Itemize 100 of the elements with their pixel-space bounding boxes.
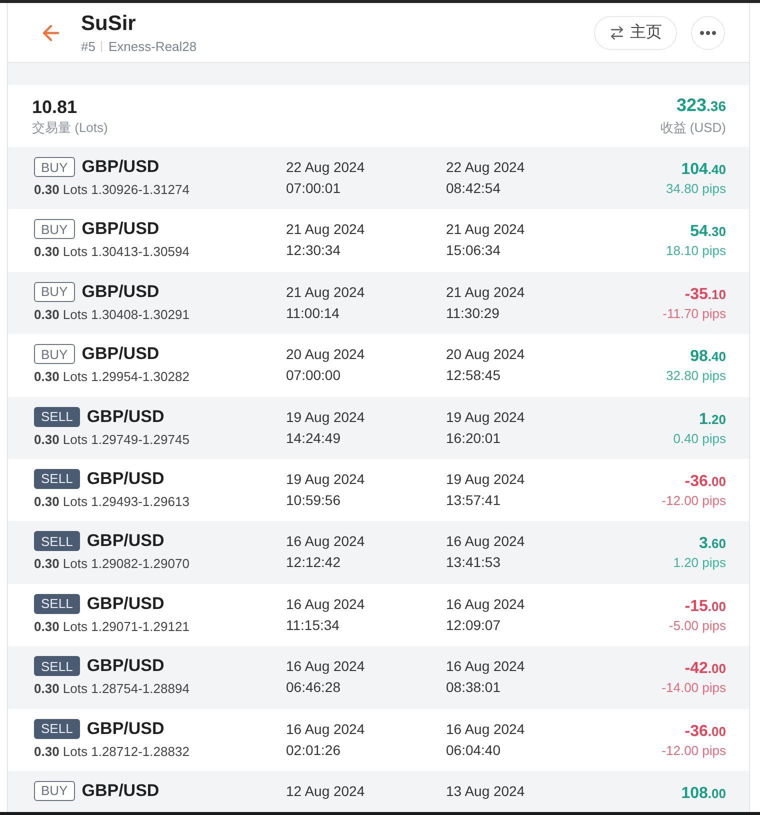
profit-amount: 98.40 [690, 347, 726, 368]
lots-line: 0.30 Lots 1.30408-1.30291 [34, 306, 190, 324]
open-date: 16 Aug 2024 [286, 532, 365, 552]
open-date: 12 Aug 2024 [286, 782, 365, 801]
currency-pair: GBP/USD [86, 718, 164, 739]
more-icon [700, 30, 716, 34]
close-time: 13:57:41 [446, 490, 500, 510]
profit-amount: 54.30 [690, 222, 726, 242]
open-date: 21 Aug 2024 [286, 282, 365, 302]
open-time: 12:30:34 [286, 241, 340, 260]
pips-value: -14.00 pips [662, 679, 726, 696]
currency-pair: GBP/USD [82, 780, 160, 801]
open-date: 22 Aug 2024 [286, 158, 365, 177]
close-date: 21 Aug 2024 [446, 282, 525, 302]
close-date: 16 Aug 2024 [446, 720, 525, 739]
close-date: 21 Aug 2024 [446, 220, 525, 240]
open-date: 16 Aug 2024 [286, 594, 365, 614]
open-time: 07:00:00 [286, 366, 340, 386]
close-time: 08:42:54 [446, 179, 500, 198]
pips-value: -11.70 pips [662, 304, 726, 322]
currency-pair: GBP/USD [86, 656, 164, 676]
profit-amount: -35.10 [684, 284, 726, 305]
home-button[interactable]: 主页 [594, 16, 677, 50]
profit-amount: -36.00 [684, 722, 726, 742]
side-badge: BUY [34, 219, 75, 240]
open-date: 19 Aug 2024 [286, 408, 365, 427]
open-date: 16 Aug 2024 [286, 720, 365, 739]
side-badge: BUY [34, 344, 75, 364]
side-badge: BUY [34, 780, 75, 801]
close-date: 16 Aug 2024 [446, 594, 525, 614]
close-time: 06:04:40 [446, 740, 500, 760]
open-time: 14:24:49 [286, 428, 340, 448]
server-label: Exness-Real28 [108, 38, 197, 54]
currency-pair: GBP/USD [86, 468, 164, 489]
close-time: 12:09:07 [446, 616, 500, 635]
side-badge: BUY [34, 157, 75, 177]
side-badge: BUY [34, 282, 75, 302]
close-date: 22 Aug 2024 [446, 158, 525, 177]
pips-value: 32.80 pips [666, 367, 726, 384]
close-date: 20 Aug 2024 [446, 345, 525, 364]
close-date: 19 Aug 2024 [446, 408, 525, 427]
close-time: 11:30:29 [446, 304, 500, 323]
lots-line: 0.30 Lots 1.29493-1.29613 [34, 492, 190, 511]
side-badge: SELL [34, 468, 80, 489]
open-date: 21 Aug 2024 [286, 220, 365, 240]
volume-value: 10.81 [32, 96, 78, 118]
profit-amount: -36.00 [684, 472, 726, 492]
pips-value: -12.00 pips [662, 492, 726, 509]
profit-amount: -42.00 [684, 659, 726, 680]
currency-pair: GBP/USD [82, 157, 160, 177]
side-badge: SELL [34, 594, 80, 614]
close-time: 13:41:53 [446, 553, 500, 572]
open-time: 11:15:34 [286, 616, 340, 635]
open-date: 19 Aug 2024 [286, 470, 365, 489]
close-date: 19 Aug 2024 [446, 470, 525, 489]
lots-line: 0.30 Lots 1.29749-1.29745 [34, 430, 190, 449]
pips-value: 0.40 pips [673, 430, 726, 447]
close-time: 16:20:01 [446, 428, 500, 448]
pips-value: 34.80 pips [666, 180, 726, 197]
close-date: 16 Aug 2024 [446, 532, 525, 552]
pips-value: -12.00 pips [662, 742, 726, 759]
pips-value: -5.00 pips [668, 616, 726, 634]
side-badge: SELL [34, 406, 80, 427]
profit-amount: 108.00 [681, 784, 726, 804]
currency-pair: GBP/USD [86, 594, 164, 614]
profit-amount: 1.20 [699, 410, 726, 430]
pips-value: 18.10 pips [666, 242, 726, 260]
side-badge: SELL [34, 656, 80, 676]
side-badge: SELL [34, 718, 80, 739]
open-time: 07:00:01 [286, 179, 340, 198]
open-time: 10:59:56 [286, 490, 340, 510]
total-profit: 323.36 [676, 95, 726, 117]
more-button[interactable] [691, 16, 725, 50]
lots-line: 0.30 Lots 1.28754-1.28894 [34, 680, 190, 698]
currency-pair: GBP/USD [86, 531, 164, 552]
open-time: 02:01:26 [286, 740, 340, 760]
lots-line: 0.30 Lots 1.30413-1.30594 [34, 243, 190, 262]
lots-line: 0.30 Lots 1.29071-1.29121 [34, 618, 190, 636]
currency-pair: GBP/USD [86, 406, 164, 427]
lots-line: 0.30 Lots 1.29082-1.29070 [34, 555, 190, 574]
open-time: 11:00:14 [286, 304, 340, 323]
currency-pair: GBP/USD [82, 282, 160, 302]
lots-line: 0.30 Lots 1.30926-1.31274 [34, 181, 190, 199]
rank-label: #5 [81, 38, 96, 54]
open-date: 20 Aug 2024 [286, 345, 365, 364]
profit-amount: -15.00 [684, 596, 726, 617]
open-date: 16 Aug 2024 [286, 657, 365, 676]
close-date: 16 Aug 2024 [446, 657, 525, 676]
swap-arrows-icon [609, 24, 625, 40]
lots-line: 0.30 Lots 1.28712-1.28832 [34, 742, 190, 761]
lots-line: 0.30 Lots 1.29954-1.30282 [34, 368, 190, 386]
close-time: 08:38:01 [446, 678, 500, 698]
close-time: 12:58:45 [446, 366, 500, 386]
profit-amount: 3.60 [699, 534, 726, 554]
open-time: 06:46:28 [286, 678, 340, 698]
profit-amount: 104.40 [681, 160, 726, 180]
currency-pair: GBP/USD [82, 344, 160, 364]
currency-pair: GBP/USD [82, 219, 160, 240]
side-badge: SELL [34, 531, 80, 552]
account-title: SuSir [81, 10, 136, 36]
